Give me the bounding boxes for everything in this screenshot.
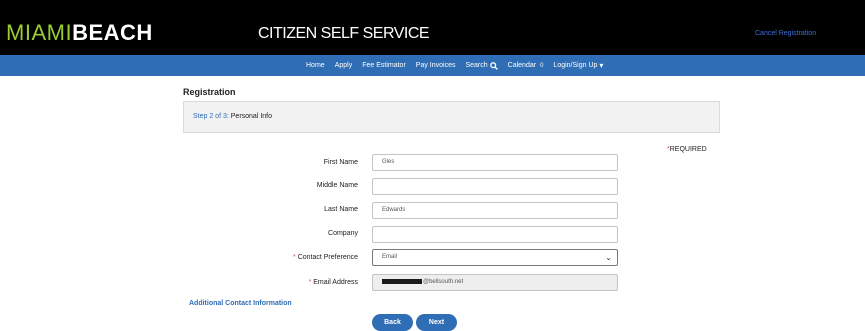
nav-apply-label: Apply: [334, 62, 353, 69]
nav-pay-invoices[interactable]: Pay Invoices: [416, 62, 456, 69]
nav-calendar[interactable]: Calendar 0: [508, 62, 544, 69]
company-label: Company: [328, 230, 358, 237]
cancel-registration-link[interactable]: Cancel Registration: [755, 30, 816, 37]
logo-text-miami: MIAMI: [6, 20, 73, 45]
additional-contact-link[interactable]: Additional Contact Information: [189, 300, 292, 307]
next-button[interactable]: Next: [416, 314, 457, 331]
redacted-block: [382, 278, 422, 284]
caret-down-icon: ▾: [599, 61, 604, 70]
nav-pay-invoices-label: Pay Invoices: [415, 62, 456, 69]
search-icon: [489, 61, 498, 70]
page-title: Registration: [183, 87, 236, 97]
app-title: CITIZEN SELF SERVICE: [258, 25, 430, 42]
site-header: MIAMIBEACH CITIZEN SELF SERVICE Cancel R…: [0, 0, 865, 55]
contact-preference-select[interactable]: Email ⌄: [372, 249, 618, 266]
nav-search[interactable]: Search: [465, 61, 498, 70]
step-name: Personal Info: [228, 113, 273, 120]
contact-preference-value: Email: [382, 254, 398, 260]
email-domain: @bellsouth.net: [423, 279, 464, 285]
required-label: REQUIRED: [669, 146, 707, 153]
nav-apply[interactable]: Apply: [335, 62, 353, 69]
nav-fee-estimator[interactable]: Fee Estimator: [362, 62, 406, 69]
nav-calendar-label: Calendar: [507, 62, 537, 69]
last-name-label: Last Name: [324, 206, 358, 213]
company-input[interactable]: [372, 226, 618, 243]
calendar-count-badge: 0: [540, 62, 544, 69]
nav-search-label: Search: [465, 62, 488, 69]
nav-fee-estimator-label: Fee Estimator: [362, 62, 406, 69]
logo-text-beach: BEACH: [72, 20, 153, 45]
nav-login-signup[interactable]: Login/Sign Up ▾: [553, 61, 603, 70]
last-name-input[interactable]: Edwards: [372, 202, 618, 219]
email-address-label: * Email Address: [308, 279, 358, 286]
contact-preference-label: * Contact Preference: [293, 254, 358, 261]
email-address-label-text: Email Address: [313, 279, 358, 286]
first-name-label: First Name: [323, 159, 358, 166]
first-name-input[interactable]: Gles: [372, 154, 618, 171]
back-button[interactable]: Back: [372, 314, 413, 331]
nav-login-label: Login/Sign Up: [553, 62, 598, 69]
main-nav: Home Apply Fee Estimator Pay Invoices Se…: [0, 55, 865, 76]
step-number: Step 2 of 3:: [193, 113, 229, 120]
middle-name-label: Middle Name: [316, 182, 358, 189]
site-logo[interactable]: MIAMIBEACH: [6, 22, 153, 44]
chevron-down-icon: ⌄: [605, 253, 612, 262]
required-note: *REQUIRED: [667, 146, 707, 153]
middle-name-input[interactable]: [372, 178, 618, 195]
nav-home-label: Home: [306, 62, 325, 69]
step-indicator: Step 2 of 3: Personal Info: [183, 101, 720, 133]
email-address-field: @bellsouth.net: [372, 274, 618, 291]
nav-home[interactable]: Home: [306, 62, 325, 69]
contact-preference-label-text: Contact Preference: [297, 254, 358, 261]
